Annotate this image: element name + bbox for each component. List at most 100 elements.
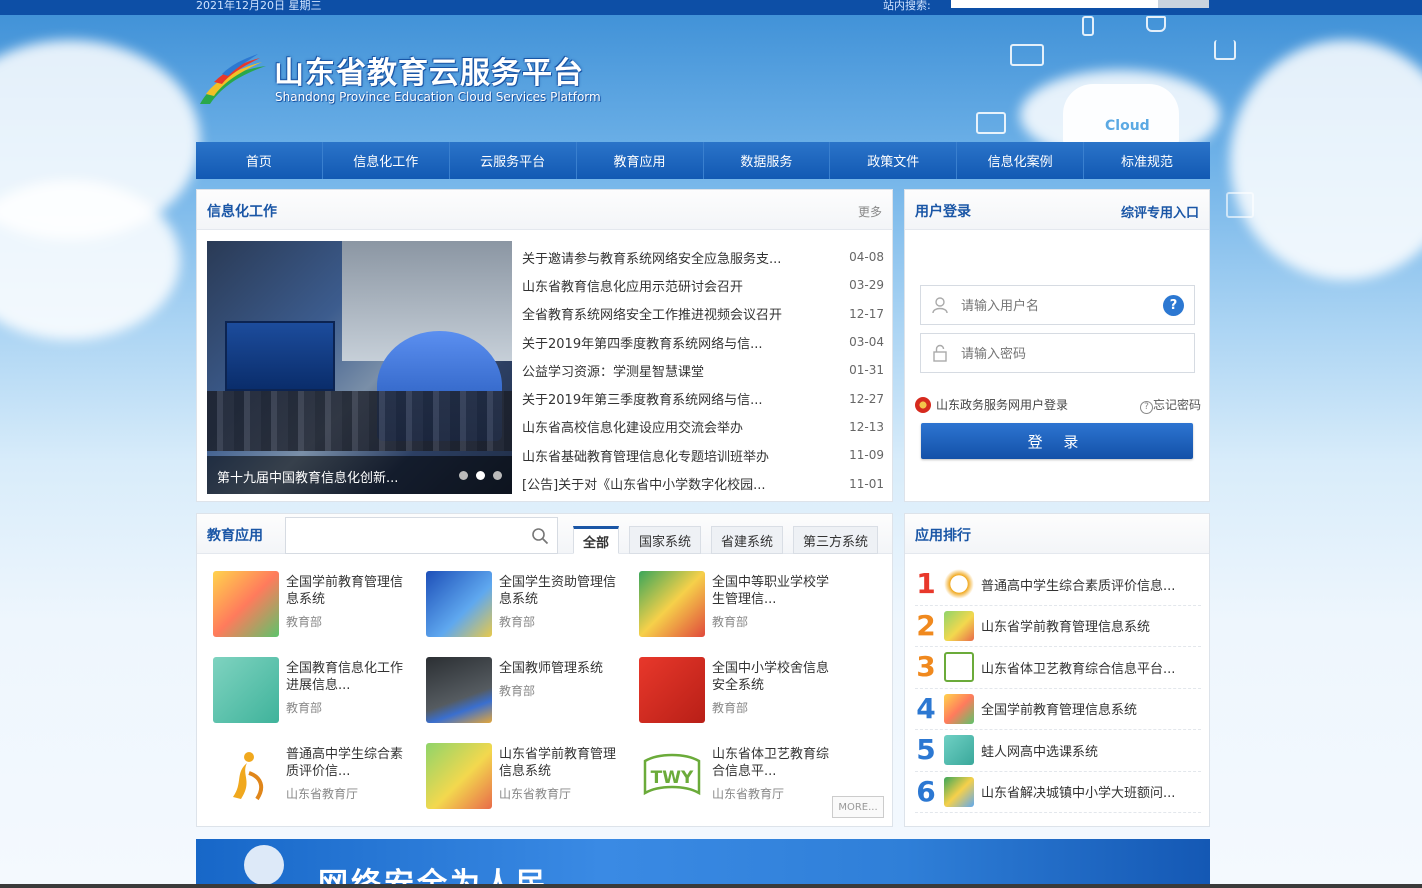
gov-service-login[interactable]: 山东政务服务网用户登录 (915, 396, 1068, 413)
app-item[interactable]: 普通高中学生综合素质评价信... 山东省教育厅 (213, 743, 426, 809)
classroom-rank-icon (944, 776, 974, 807)
news-item[interactable]: 全省教育系统网络安全工作推进视频会议召开 12-17 (522, 300, 884, 328)
app-grid: 全国学前教育管理信息系统 教育部 全国学生资助管理信息系统 教育部 全国中等职业学校… (213, 571, 853, 809)
news-item[interactable]: 山东省高校信息化建设应用交流会举办 12-13 (522, 413, 884, 441)
news-date: 03-29 (849, 278, 884, 293)
tab-national[interactable]: 国家系统 (629, 526, 702, 554)
app-name: 普通高中学生综合素质评价信... (286, 747, 404, 779)
app-item[interactable]: 全国学生资助管理信息系统 教育部 (426, 571, 639, 637)
apps-panel: 教育应用 全部 国家系统 省建系统 第三方系统 全国学前教育管理信息系统 教育部 … (196, 513, 893, 827)
app-item[interactable]: 全国学前教育管理信息系统 教育部 (213, 571, 426, 637)
rank-item[interactable]: 6 山东省解决城镇中小学大班额问... (915, 772, 1201, 813)
nav-cloud-platform[interactable]: 云服务平台 (450, 142, 577, 179)
cloud-badge: Cloud (1063, 84, 1179, 146)
info-more-link[interactable]: 更多 (858, 203, 882, 220)
info-panel-header: 信息化工作 更多 (197, 190, 892, 230)
twy-app-icon: TWY (639, 743, 705, 809)
site-search-button[interactable] (1158, 0, 1209, 8)
news-date: 04-08 (849, 250, 884, 265)
login-button[interactable]: 登 录 (921, 423, 1193, 459)
news-item[interactable]: 关于2019年第四季度教育系统网络与信... 03-04 (522, 328, 884, 356)
figure-app-icon (213, 743, 279, 809)
news-item[interactable]: 山东省教育信息化应用示范研讨会召开 03-29 (522, 271, 884, 299)
nav-home[interactable]: 首页 (196, 142, 323, 179)
slide-dot-active[interactable] (476, 471, 485, 480)
cloud-badge-text: Cloud (1105, 118, 1150, 134)
children-app-icon (426, 743, 492, 809)
rank-item[interactable]: 3 山东省体卫艺教育综合信息平台... (915, 647, 1201, 689)
app-name: 山东省学前教育管理信息系统 (499, 747, 617, 779)
news-item[interactable]: 山东省基础教育管理信息化专题培训班举办 11-09 (522, 441, 884, 469)
news-title: [公告]关于对《山东省中小学数字化校园... (522, 478, 766, 494)
app-org: 山东省教育厅 (286, 787, 359, 801)
rank-panel: 应用排行 1 普通高中学生综合素质评价信息... 2 山东省学前教育管理信息系统… (904, 513, 1210, 827)
news-title: 关于2019年第三季度教育系统网络与信... (522, 393, 763, 409)
tablet-icon (1226, 192, 1254, 218)
news-item[interactable]: [公告]关于对《山东省中小学数字化校园... 11-01 (522, 469, 884, 497)
app-item[interactable]: 山东省学前教育管理信息系统 山东省教育厅 (426, 743, 639, 809)
news-date: 03-04 (849, 335, 884, 350)
news-title: 关于2019年第四季度教育系统网络与信... (522, 336, 763, 352)
nav-edu-apps[interactable]: 教育应用 (577, 142, 704, 179)
rank-list: 1 普通高中学生综合素质评价信息... 2 山东省学前教育管理信息系统 3 山东… (915, 564, 1201, 813)
gov-login-label: 山东政务服务网用户登录 (936, 398, 1069, 412)
phone-icon (1082, 16, 1094, 36)
children-rank-icon (944, 610, 974, 641)
help-icon[interactable]: ? (1163, 295, 1184, 316)
rank-number: 3 (916, 650, 936, 684)
password-field[interactable] (920, 333, 1195, 373)
logo-mark-icon (200, 54, 266, 104)
bottom-bar (0, 884, 1422, 888)
rank-panel-header: 应用排行 (905, 514, 1209, 554)
slide-dots (459, 471, 502, 480)
username-field[interactable]: ? (920, 285, 1195, 325)
rank-item[interactable]: 1 普通高中学生综合素质评价信息... (915, 564, 1201, 606)
tab-provincial[interactable]: 省建系统 (711, 526, 784, 554)
app-item[interactable]: TWY 山东省体卫艺教育综合信息平... 山东省教育厅 (639, 743, 852, 809)
desktop-icon (976, 112, 1006, 134)
app-name: 全国教师管理系统 (499, 661, 604, 676)
login-panel: 用户登录 综评专用入口 ? 山东政务服务网用户登录 ?忘记密码 登 录 (904, 189, 1210, 502)
nav-policy[interactable]: 政策文件 (830, 142, 958, 179)
app-search-input[interactable] (294, 526, 524, 546)
apps-more-button[interactable]: MORE... (832, 796, 884, 818)
forgot-password-link[interactable]: ? 忘记密码 (1139, 396, 1201, 414)
site-search-input[interactable] (951, 0, 1158, 8)
app-org: 教育部 (712, 615, 749, 629)
rank-item[interactable]: 5 蛙人网高中选课系统 (915, 730, 1201, 772)
nav-standards[interactable]: 标准规范 (1084, 142, 1210, 179)
rank-item[interactable]: 2 山东省学前教育管理信息系统 (915, 606, 1201, 647)
nav-cases[interactable]: 信息化案例 (957, 142, 1085, 179)
nav-data-services[interactable]: 数据服务 (704, 142, 831, 179)
news-item[interactable]: 公益学习资源：学测星智慧课堂 01-31 (522, 356, 884, 384)
slide-dot[interactable] (459, 471, 468, 480)
password-input[interactable] (961, 343, 1151, 365)
rank-item[interactable]: 4 全国学前教育管理信息系统 (915, 689, 1201, 730)
info-panel-title: 信息化工作 (207, 204, 277, 220)
search-icon[interactable] (531, 527, 549, 545)
app-item[interactable]: 全国中小学校舍信息安全系统 教育部 (639, 657, 852, 723)
username-input[interactable] (961, 295, 1151, 317)
rank-number: 1 (916, 567, 936, 601)
app-item[interactable]: 全国教育信息化工作进展信息... 教育部 (213, 657, 426, 723)
review-entry-link[interactable]: 综评专用入口 (1121, 202, 1199, 221)
tab-third-party[interactable]: 第三方系统 (793, 526, 879, 554)
tab-all[interactable]: 全部 (573, 526, 620, 554)
news-slideshow[interactable]: 第十九届中国教育信息化创新... (207, 241, 512, 494)
security-banner[interactable]: 网络安全为人民 (196, 839, 1210, 888)
nav-informatization[interactable]: 信息化工作 (323, 142, 450, 179)
app-search-field[interactable] (285, 517, 558, 554)
app-item[interactable]: 全国中等职业学校学生管理信... 教育部 (639, 571, 852, 637)
app-item[interactable]: 全国教师管理系统 教育部 (426, 657, 639, 723)
slide-caption[interactable]: 第十九届中国教育信息化创新... (217, 467, 398, 486)
news-title: 山东省高校信息化建设应用交流会举办 (522, 421, 744, 437)
app-org: 教育部 (712, 701, 749, 715)
news-title: 公益学习资源：学测星智慧课堂 (522, 364, 705, 380)
news-item[interactable]: 关于2019年第三季度教育系统网络与信... 12-27 (522, 384, 884, 412)
news-item[interactable]: 关于邀请参与教育系统网络安全应急服务支... 04-08 (522, 243, 884, 271)
user-icon (932, 297, 948, 314)
slide-dot[interactable] (493, 471, 502, 480)
rank-name: 山东省学前教育管理信息系统 (981, 620, 1151, 636)
site-logo[interactable]: 山东省教育云服务平台 Shandong Province Education C… (196, 46, 626, 112)
news-title: 全省教育系统网络安全工作推进视频会议召开 (522, 308, 783, 324)
